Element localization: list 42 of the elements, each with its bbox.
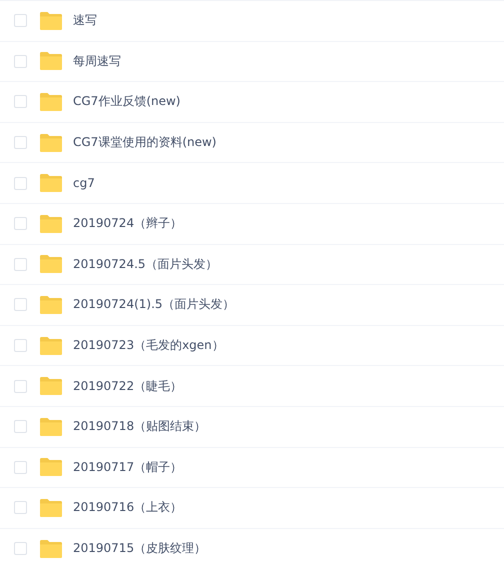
checkbox[interactable] xyxy=(14,542,27,556)
folder-name[interactable]: 20190716（上衣） xyxy=(73,499,182,516)
checkbox[interactable] xyxy=(14,460,27,474)
checkbox[interactable] xyxy=(14,258,27,271)
checkbox[interactable] xyxy=(14,420,27,434)
folder-name[interactable]: CG7作业反馈(new) xyxy=(73,93,180,110)
folder-icon xyxy=(39,10,63,31)
folder-name[interactable]: 20190718（贴图结束） xyxy=(73,418,206,436)
folder-name[interactable]: cg7 xyxy=(73,176,95,190)
folder-name[interactable]: 速写 xyxy=(73,12,97,30)
checkbox[interactable] xyxy=(14,339,27,352)
folder-icon xyxy=(39,538,63,559)
folder-name[interactable]: CG7课堂使用的资料(new) xyxy=(73,134,216,152)
folder-icon xyxy=(39,132,63,153)
folder-icon xyxy=(39,294,63,315)
folder-icon xyxy=(39,214,63,234)
folder-name[interactable]: 20190723（毛发的xgen） xyxy=(73,337,224,354)
folder-name[interactable]: 20190722（睫毛） xyxy=(73,378,182,395)
folder-icon xyxy=(39,254,63,274)
checkbox[interactable] xyxy=(14,380,27,393)
folder-icon xyxy=(39,498,63,518)
checkbox[interactable] xyxy=(14,136,27,150)
checkbox[interactable] xyxy=(14,14,27,28)
checkbox[interactable] xyxy=(14,298,27,312)
checkbox[interactable] xyxy=(14,54,27,68)
checkbox[interactable] xyxy=(14,501,27,514)
folder-icon xyxy=(39,457,63,478)
folder-icon xyxy=(39,51,63,72)
folder-icon xyxy=(39,173,63,194)
folder-name[interactable]: 20190724.5（面片头发） xyxy=(73,256,218,273)
folder-icon xyxy=(39,376,63,396)
folder-name[interactable]: 20190724（辫子） xyxy=(73,215,182,232)
folder-icon xyxy=(39,92,63,112)
folder-name[interactable]: 每周速写 xyxy=(73,52,121,70)
folder-name[interactable]: 20190715（皮肤纹理） xyxy=(73,540,206,558)
folder-name[interactable]: 20190717（帽子） xyxy=(73,458,182,476)
checkbox[interactable] xyxy=(14,95,27,108)
folder-icon xyxy=(39,336,63,356)
checkbox[interactable] xyxy=(14,176,27,190)
folder-name[interactable]: 20190724(1).5（面片头发） xyxy=(73,296,235,314)
folder-icon xyxy=(39,416,63,437)
checkbox[interactable] xyxy=(14,217,27,230)
